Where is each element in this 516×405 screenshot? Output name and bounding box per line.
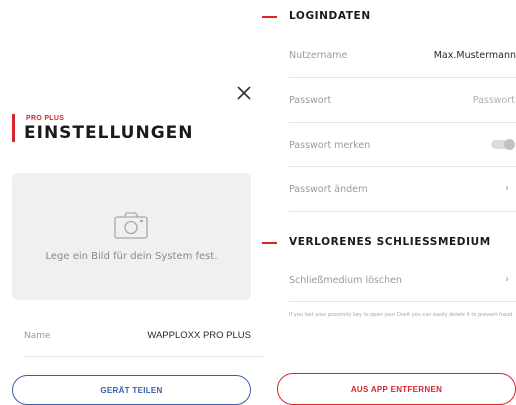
divider [289,166,516,167]
divider [289,77,516,78]
change-password-item[interactable]: Passwort ändern [289,184,368,195]
divider [289,301,516,302]
section-accent-dash [262,242,277,244]
password-label: Passwort [289,95,332,106]
device-model-label: PRO PLUS [26,115,65,122]
lost-medium-info-text: If you lost your proximity key to open y… [289,312,514,318]
username-label: Nutzername [289,50,348,61]
title-accent-bar [12,114,15,142]
image-hint-text: Lege ein Bild für dein System fest. [45,251,218,262]
section-title-lost-medium: VERLORENES SCHLIESSMEDIUM [289,236,491,248]
remove-from-app-button[interactable]: AUS APP ENTFERNEN [277,373,516,405]
section-title-login: LOGINDATEN [289,10,371,22]
toggle-knob [504,139,515,150]
chevron-right-icon: › [505,274,509,285]
camera-icon [114,212,148,239]
section-accent-dash [262,16,277,18]
chevron-right-icon: › [505,183,509,194]
name-field[interactable]: WAPPLOXX PRO PLUS [147,330,251,341]
username-field[interactable]: Max.Mustermann [434,50,516,61]
divider [289,211,516,212]
remember-password-label: Passwort merken [289,140,371,151]
divider [289,122,516,123]
page-title: EINSTELLUNGEN [24,123,194,143]
password-field[interactable]: Passwort [473,95,515,106]
divider [24,356,263,357]
close-icon[interactable] [236,85,252,101]
name-label: Name [24,331,51,341]
delete-medium-item[interactable]: Schließmedium löschen [289,275,402,286]
share-device-button[interactable]: GERÄT TEILEN [12,375,251,405]
